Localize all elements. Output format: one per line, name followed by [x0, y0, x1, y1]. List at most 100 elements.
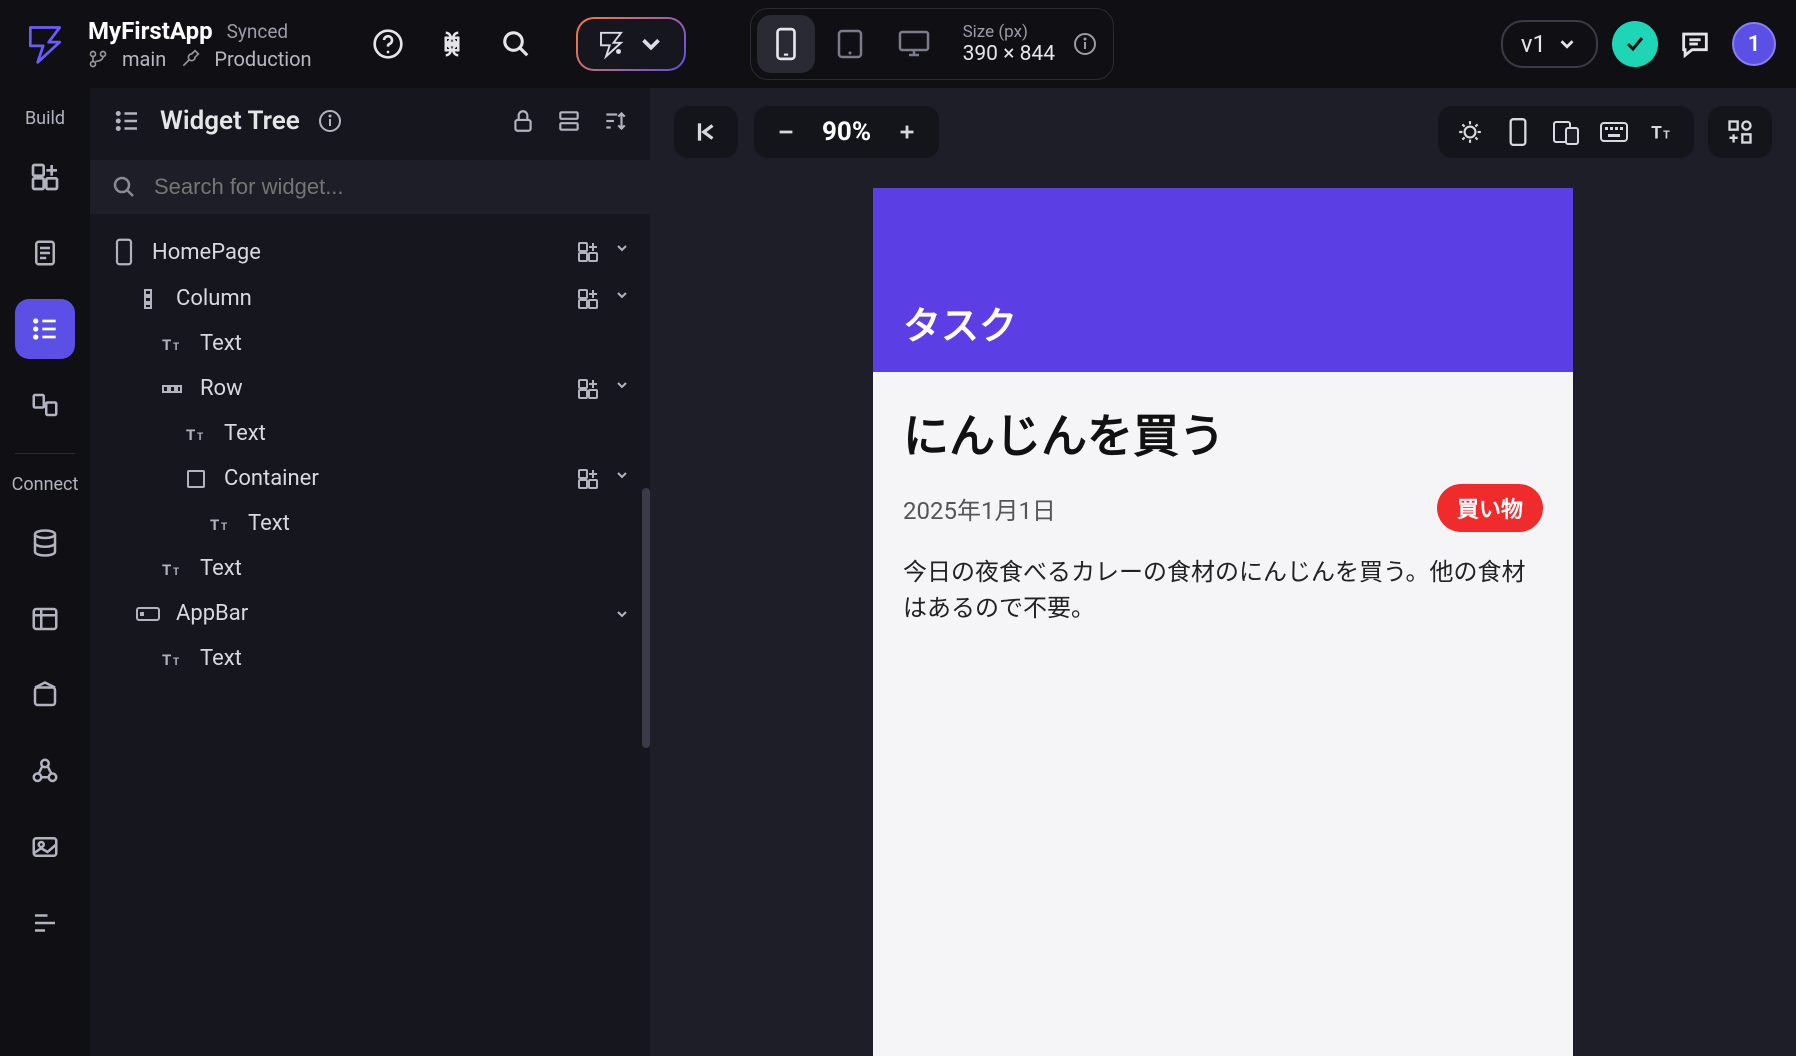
svg-text:T: T	[1663, 129, 1670, 142]
rail-media[interactable]	[15, 817, 75, 877]
chat-button[interactable]	[1672, 21, 1718, 67]
preview-appbar-title: タスク	[903, 295, 1017, 350]
device-desktop-button[interactable]	[885, 15, 943, 73]
top-bar: MyFirstApp Synced main Production	[0, 0, 1796, 88]
search-input[interactable]	[154, 174, 628, 200]
preview-task-desc: 今日の夜食べるカレーの食材のにんじんを買う。他の食材はあるので不要。	[903, 554, 1543, 626]
ai-dropdown-button[interactable]	[576, 17, 686, 71]
svg-text:T: T	[173, 657, 179, 668]
widget-tree-panel: Widget Tree HomePageColumnTTTextRowTTTex…	[90, 88, 650, 1056]
tree-body: HomePageColumnTTTextRowTTTextContainerTT…	[90, 214, 650, 1056]
appbar-icon	[134, 604, 162, 624]
zoom-in-button[interactable]	[889, 114, 925, 150]
preview-task-tag: 買い物	[1437, 484, 1543, 532]
chevron-down-icon[interactable]	[614, 240, 630, 264]
text-icon: TT	[158, 647, 186, 671]
svg-text:T: T	[1651, 124, 1662, 144]
search-icon	[112, 175, 136, 199]
tree-node-label: Text	[224, 421, 266, 446]
branch-name[interactable]: main	[122, 47, 166, 71]
user-avatar[interactable]: 1	[1732, 22, 1776, 66]
chevron-down-icon[interactable]	[614, 606, 630, 622]
size-label: Size (px)	[963, 22, 1055, 42]
row-icon	[158, 377, 186, 401]
tree-node-text[interactable]: TTText	[90, 636, 650, 681]
tree-node-column[interactable]: Column	[90, 276, 650, 321]
zoom-out-button[interactable]	[768, 114, 804, 150]
settings-button[interactable]	[1722, 114, 1758, 150]
device-mobile-button[interactable]	[757, 15, 815, 73]
size-info-icon[interactable]	[1073, 32, 1097, 56]
app-name: MyFirstApp	[88, 17, 213, 45]
canvas-toolbar: 90% TT	[650, 88, 1796, 176]
phone-icon	[110, 238, 138, 266]
environment-name[interactable]: Production	[214, 47, 311, 71]
text-scale-button[interactable]: TT	[1644, 114, 1680, 150]
tree-search[interactable]	[90, 160, 650, 214]
command-button[interactable]	[424, 16, 480, 72]
nav-rail: Build Connect	[0, 88, 90, 1056]
rail-appstate[interactable]	[15, 665, 75, 725]
tree-node-row[interactable]: Row	[90, 366, 650, 411]
device-preview-button[interactable]	[1500, 114, 1536, 150]
add-child-icon[interactable]	[576, 467, 600, 491]
lock-icon[interactable]	[510, 108, 536, 134]
expand-icon[interactable]	[556, 108, 582, 134]
tree-node-appbar[interactable]: AppBar	[90, 591, 650, 636]
chevron-down-icon[interactable]	[614, 377, 630, 401]
rail-api[interactable]	[15, 741, 75, 801]
svg-text:T: T	[210, 516, 219, 534]
tree-node-label: Container	[224, 466, 319, 491]
logo-icon[interactable]	[20, 19, 70, 69]
tree-node-label: Text	[248, 511, 290, 536]
tree-scrollbar[interactable]	[642, 488, 650, 748]
tree-node-homepage[interactable]: HomePage	[90, 228, 650, 276]
tree-node-label: HomePage	[152, 240, 261, 265]
tree-node-text[interactable]: TT Text	[90, 411, 650, 456]
sort-icon[interactable]	[602, 108, 628, 134]
version-label: v1	[1521, 30, 1546, 58]
rail-firestore[interactable]	[15, 513, 75, 573]
tree-node-text[interactable]: TTText	[90, 321, 650, 366]
tree-node-label: Text	[200, 556, 242, 581]
rail-build-label: Build	[25, 108, 65, 129]
tree-info-icon[interactable]	[318, 109, 342, 133]
sync-status: Synced	[227, 20, 289, 43]
app-info: MyFirstApp Synced main Production	[88, 17, 312, 71]
add-child-icon[interactable]	[576, 287, 600, 311]
rail-storyboard[interactable]	[15, 375, 75, 435]
column-icon	[134, 287, 162, 311]
device-selector: Size (px) 390 × 844	[750, 8, 1114, 80]
rail-pages[interactable]	[15, 223, 75, 283]
status-ok-icon[interactable]	[1612, 21, 1658, 67]
theme-button[interactable]	[1452, 114, 1488, 150]
search-button[interactable]	[488, 16, 544, 72]
device-preview[interactable]: タスク にんじんを買う 2025年1月1日 買い物 今日の夜食べるカレーの食材の…	[873, 188, 1573, 1056]
rail-add-widget[interactable]	[15, 147, 75, 207]
wrench-icon	[180, 49, 200, 69]
version-dropdown[interactable]: v1	[1501, 20, 1598, 68]
rail-custom-code[interactable]	[15, 893, 75, 953]
tree-title: Widget Tree	[160, 106, 300, 136]
keyboard-button[interactable]	[1596, 114, 1632, 150]
device-tablet-button[interactable]	[821, 15, 879, 73]
chevron-down-icon[interactable]	[614, 467, 630, 491]
rail-datatypes[interactable]	[15, 589, 75, 649]
rail-widget-tree[interactable]	[15, 299, 75, 359]
add-child-icon[interactable]	[576, 240, 600, 264]
tree-node-text[interactable]: TT Text	[90, 546, 650, 591]
collapse-panel-button[interactable]	[688, 114, 724, 150]
text-icon: TT	[182, 422, 210, 446]
chevron-down-icon[interactable]	[614, 287, 630, 311]
tree-node-container[interactable]: Container	[90, 456, 650, 501]
add-child-icon[interactable]	[576, 377, 600, 401]
tree-node-text[interactable]: TTText	[90, 501, 650, 546]
multi-device-button[interactable]	[1548, 114, 1584, 150]
canvas-area: 90% TT タスク にんじんを買う	[650, 88, 1796, 1056]
help-button[interactable]	[360, 16, 416, 72]
zoom-value[interactable]: 90%	[816, 117, 877, 147]
svg-text:T: T	[162, 561, 171, 579]
preview-task-date: 2025年1月1日	[903, 491, 1056, 526]
preview-appbar: タスク	[873, 188, 1573, 372]
svg-text:T: T	[173, 567, 179, 578]
